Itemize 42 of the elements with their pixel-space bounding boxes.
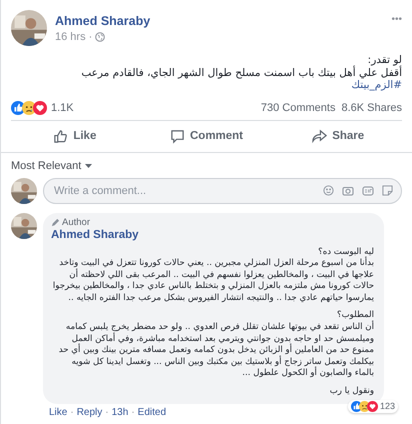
post-text: أقفل علي أهل بيتك باب اسمنت مسلح طوال الشهر الجاي، فالقادم مرعب — [80, 66, 402, 79]
thumbs-up-icon — [53, 128, 68, 144]
reaction-count[interactable]: 1.1K — [51, 102, 255, 114]
author-name[interactable]: Ahmed Sharaby — [55, 14, 384, 28]
sticker-icon[interactable] — [382, 185, 393, 196]
edited-link[interactable]: Edited — [138, 406, 166, 418]
comment-field[interactable]: Write a comment... — [43, 178, 402, 204]
post-text: لو تقدر: — [366, 54, 402, 66]
separator-dot: · — [88, 30, 92, 42]
shares-count[interactable]: 8.6K Shares — [341, 102, 402, 114]
comment-input[interactable]: Write a comment... — [52, 184, 315, 198]
sort-dropdown[interactable]: Most Relevant — [1, 152, 102, 176]
like-link[interactable]: Like — [49, 406, 68, 418]
timestamp-link[interactable]: 13h — [112, 406, 128, 418]
comment-text: ليه البوست ده؟ بدأنا من اسبوع مرحلة العزل المنزلي مجبرين .. يعني حالات كورونا تتعزل في البيت وتاخد علاجها في البيت ، والمخالطين يعزلوا نفسهم في البيت .. المرعب بقى اللي لاحظته أن حالات كورونا مش ملتزمه بالعزل المنزلي و بتختلط بالناس عادي جدا ، والمخالطين بيخرجوا يمارسوا حياتهم عادي جدا .. والنتيجه انتشار الفيروس بشكل مرعب جدا الفتره الجايه .. — [52, 246, 374, 304]
camera-icon[interactable] — [342, 185, 354, 196]
like-button[interactable]: Like — [11, 122, 139, 150]
separator-dot: · — [131, 406, 135, 418]
globe-icon — [95, 32, 106, 42]
love-reaction-icon — [366, 400, 378, 412]
reaction-count: 123 — [380, 401, 395, 412]
reaction-summary[interactable]: 123 — [348, 400, 398, 413]
separator-dot: · — [70, 406, 74, 418]
love-reaction-icon — [33, 100, 47, 114]
share-button[interactable]: Share — [274, 122, 402, 150]
comment-author[interactable]: Ahmed Sharaby — [51, 228, 374, 240]
post-time[interactable]: 16 hrs — [55, 30, 86, 42]
more-options-button[interactable]: ••• — [391, 14, 402, 25]
pencil-icon — [51, 218, 60, 226]
caret-icon — [85, 164, 92, 168]
comment-button[interactable]: Comment — [142, 122, 270, 150]
smiley-icon[interactable] — [323, 185, 334, 196]
author-label: Author — [62, 216, 90, 228]
comment-text: ونقول يا رب — [328, 386, 374, 398]
hashtag-link[interactable]: #الزم_بيتك — [351, 79, 402, 91]
share-arrow-icon — [312, 128, 328, 144]
comment-text: المطلوب؟ أن الناس تقعد في بيوتها علشان تقلل فرص العدوي .. ولو حد مضطر يخرج يلبس كمامه وميلمسش حد او حاجه بدون جوانتي ويترمي بعد استخدامه مباشرة، وفي أماكن العمل ممنوع حد من العاملين أو الزبائن يدخل بدون كمامه وتعمل مسافه مترين بينك وبين أي حد بيكلمك وتعمل ساتر زجاج أو بلاستيك بين مكتبك وبين الناس ... وتغسل ايدينا كل شويه بالماء والصابون أو الكحول علطول ... — [58, 310, 374, 380]
reply-link[interactable]: Reply — [76, 406, 102, 418]
speech-bubble-icon — [170, 128, 185, 144]
separator-dot: · — [105, 406, 109, 418]
comments-count[interactable]: 730 Comments — [260, 102, 336, 114]
gif-icon[interactable] — [362, 186, 374, 196]
